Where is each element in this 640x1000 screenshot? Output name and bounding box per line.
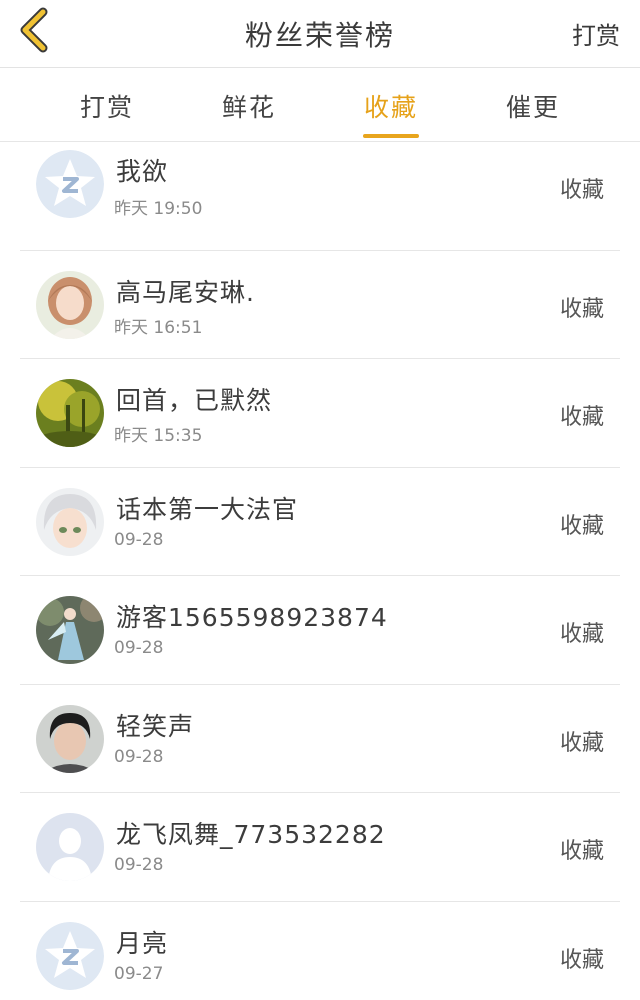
anime-white-hair-avatar [36, 487, 104, 556]
user-name: 高马尾安琳. [116, 277, 255, 307]
list-item[interactable]: 回首，已默然 昨天 15:35 收藏 [0, 359, 640, 468]
timestamp: 昨天 15:35 [114, 426, 203, 446]
tab-urge-update[interactable]: 催更 [488, 88, 578, 124]
default-qq-avatar [36, 150, 104, 218]
favorite-label: 收藏 [559, 513, 604, 539]
tab-flowers[interactable]: 鲜花 [204, 88, 294, 124]
blank-person-avatar [36, 813, 104, 881]
user-name: 话本第一大法官 [116, 494, 299, 524]
user-name: 月亮 [116, 928, 169, 958]
list-item[interactable]: 龙飞凤舞_773532282 09-28 收藏 [0, 793, 640, 902]
user-name: 回首，已默然 [116, 386, 273, 415]
timestamp: 昨天 19:50 [114, 199, 203, 219]
top-bar: 粉丝荣誉榜 打赏 [0, 0, 640, 68]
list-item[interactable]: 月亮 09-27 收藏 [0, 902, 640, 1000]
girl-portrait-avatar [36, 270, 104, 339]
list-item[interactable]: 我欲 昨天 19:50 收藏 [0, 142, 640, 251]
user-name: 轻笑声 [116, 711, 195, 741]
favorite-label: 收藏 [559, 839, 604, 864]
chevron-left-icon [17, 7, 51, 57]
tab-favorites[interactable]: 收藏 [346, 88, 436, 124]
favorite-label: 收藏 [559, 622, 604, 647]
favorite-label: 收藏 [559, 178, 604, 203]
user-name: 我欲 [116, 157, 169, 186]
list-item[interactable]: 话本第一大法官 09-28 收藏 [0, 468, 640, 576]
reward-button[interactable]: 打赏 [572, 16, 620, 51]
list-item[interactable]: 高马尾安琳. 昨天 16:51 收藏 [0, 251, 640, 359]
tab-bar: 打赏 鲜花 收藏 催更 [0, 68, 640, 142]
default-qq-avatar [36, 921, 104, 990]
favorite-label: 收藏 [559, 730, 604, 756]
timestamp: 09-28 [114, 638, 164, 658]
timestamp: 09-28 [114, 529, 164, 550]
list-item[interactable]: 游客1565598923874 09-28 收藏 [0, 576, 640, 685]
timestamp: 09-27 [114, 963, 164, 984]
timestamp: 昨天 16:51 [114, 317, 203, 338]
user-name: 游客1565598923874 [116, 603, 388, 632]
hanfu-girl-avatar [36, 596, 104, 664]
favorite-label: 收藏 [559, 296, 604, 322]
list-item[interactable]: 轻笑声 09-28 收藏 [0, 685, 640, 793]
favorite-label: 收藏 [559, 405, 604, 430]
back-button[interactable] [14, 7, 54, 57]
favorite-label: 收藏 [559, 947, 604, 973]
timestamp: 09-28 [114, 855, 164, 875]
man-portrait-avatar [36, 704, 104, 773]
fan-list: 我欲 昨天 19:50 收藏 高马尾安琳. 昨天 16:51 收藏 回首，已默然… [0, 142, 640, 1000]
tab-reward[interactable]: 打赏 [62, 88, 152, 124]
forest-photo-avatar [36, 379, 104, 447]
active-tab-indicator [363, 134, 419, 138]
user-name: 龙飞凤舞_773532282 [116, 820, 386, 849]
page-title: 粉丝荣誉榜 [244, 19, 395, 52]
timestamp: 09-28 [114, 746, 164, 767]
